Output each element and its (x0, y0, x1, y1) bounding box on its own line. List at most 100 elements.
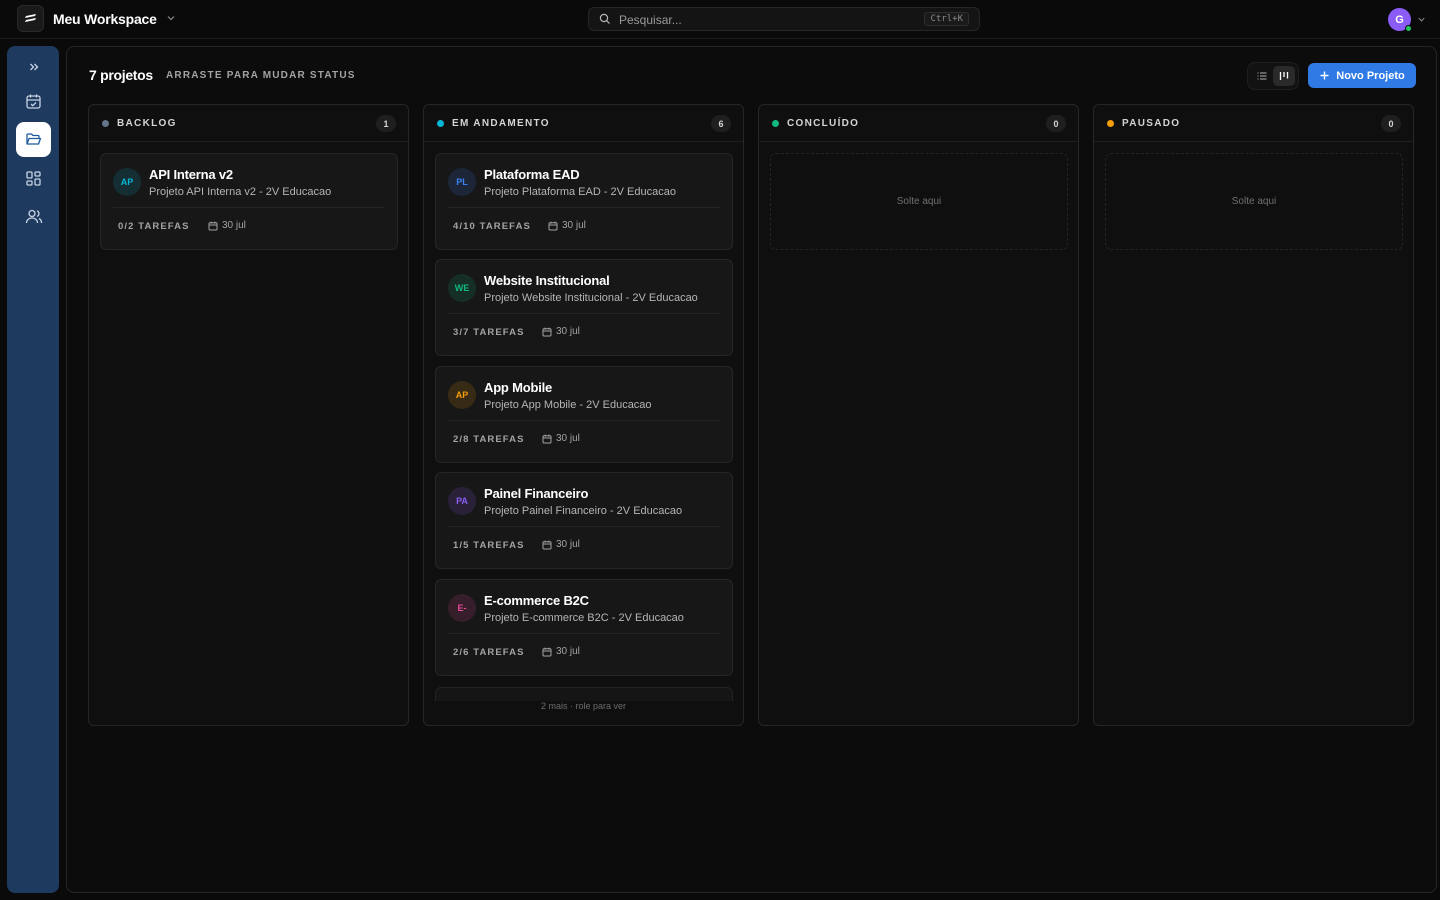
card-divider (448, 313, 720, 314)
view-toggle (1247, 62, 1299, 90)
due-date: 30 jul (542, 646, 580, 657)
due-date: 30 jul (542, 433, 580, 444)
project-avatar: PA (448, 487, 476, 515)
due-date-text: 30 jul (556, 433, 580, 444)
column-count-badge: 1 (376, 115, 396, 132)
project-title: E-commerce B2C (484, 593, 589, 608)
task-count: 1/5 TAREFAS (453, 540, 525, 551)
task-count: 4/10 TAREFAS (453, 221, 531, 232)
project-card[interactable]: AP App Mobile Projeto App Mobile - 2V Ed… (435, 366, 733, 463)
column-header: PAUSADO 0 (1094, 105, 1413, 142)
online-status-dot (1405, 25, 1412, 32)
project-description: Projeto Plataforma EAD - 2V Educacao (484, 186, 676, 198)
search-shortcut: Ctrl+K (924, 12, 969, 26)
column-header: EM ANDAMENTO 6 (424, 105, 743, 142)
project-description: Projeto API Interna v2 - 2V Educacao (149, 186, 332, 198)
project-avatar: AP (448, 381, 476, 409)
workspace-name[interactable]: Meu Workspace (53, 11, 157, 27)
due-date-text: 30 jul (562, 220, 586, 231)
new-project-button[interactable]: Novo Projeto (1308, 63, 1416, 88)
card-divider (448, 526, 720, 527)
column-header: CONCLUÍDO 0 (759, 105, 1078, 142)
more-cards-hint[interactable]: 2 mais · role para ver (424, 701, 743, 711)
column-title: EM ANDAMENTO (452, 118, 550, 129)
task-count: 0/2 TAREFAS (118, 221, 190, 232)
due-date: 30 jul (542, 326, 580, 337)
column-status-dot (1107, 120, 1114, 127)
project-card[interactable]: E- E-commerce B2C Projeto E-commerce B2C… (435, 579, 733, 676)
column-status-dot (102, 120, 109, 127)
workspace-logo[interactable] (17, 5, 44, 32)
column-header: BACKLOG 1 (89, 105, 408, 142)
project-title: App Mobile (484, 380, 553, 395)
calendar-icon (542, 434, 552, 443)
grid-icon (26, 171, 41, 186)
sidebar-item-team[interactable] (16, 199, 51, 234)
calendar-icon (542, 647, 552, 656)
users-icon (25, 209, 42, 224)
drop-zone[interactable]: Solte aqui (1105, 153, 1403, 250)
main-panel: 7 projetos ARRASTE PARA MUDAR STATUS Nov… (66, 46, 1437, 893)
card-divider (448, 633, 720, 634)
due-date: 30 jul (542, 539, 580, 550)
project-title: API Interna v2 (149, 167, 233, 182)
due-date-text: 30 jul (556, 646, 580, 657)
search-icon (599, 13, 610, 24)
column-count-badge: 0 (1046, 115, 1066, 132)
calendar-icon (542, 327, 552, 336)
search-placeholder: Pesquisar... (619, 13, 682, 27)
due-date-text: 30 jul (556, 326, 580, 337)
new-project-label: Novo Projeto (1336, 69, 1405, 82)
column-title: BACKLOG (117, 118, 177, 129)
kanban-column-in-progress[interactable]: EM ANDAMENTO 6 PL Plataforma EAD Projeto… (423, 104, 744, 726)
project-description: Projeto App Mobile - 2V Educacao (484, 399, 652, 411)
project-card[interactable]: WE Website Institucional Projeto Website… (435, 259, 733, 356)
project-title: Painel Financeiro (484, 486, 589, 501)
sidebar-item-dashboard[interactable] (16, 161, 51, 196)
project-card[interactable]: PL Plataforma EAD Projeto Plataforma EAD… (435, 153, 733, 250)
project-avatar: PL (448, 168, 476, 196)
drop-zone[interactable]: Solte aqui (770, 153, 1068, 250)
chevrons-right-icon (29, 63, 38, 70)
sidebar-item-projects[interactable] (16, 122, 51, 157)
calendar-icon (542, 540, 552, 549)
folder-open-icon (26, 133, 42, 145)
list-icon (1257, 72, 1267, 80)
chevron-down-icon[interactable] (1417, 15, 1426, 24)
task-count: 2/8 TAREFAS (453, 434, 525, 445)
due-date-text: 30 jul (222, 220, 246, 231)
project-avatar: E- (448, 594, 476, 622)
column-status-dot (772, 120, 779, 127)
kanban-column-done[interactable]: CONCLUÍDO 0 Solte aqui (758, 104, 1079, 726)
card-divider (448, 420, 720, 421)
task-count: 2/6 TAREFAS (453, 647, 525, 658)
calendar-icon (548, 221, 558, 230)
column-count-badge: 6 (711, 115, 731, 132)
sidebar-item-tasks[interactable] (16, 84, 51, 119)
project-card[interactable]: PA Painel Financeiro Projeto Painel Fina… (435, 472, 733, 569)
column-status-dot (437, 120, 444, 127)
project-count: 7 projetos (89, 67, 153, 83)
project-description: Projeto E-commerce B2C - 2V Educacao (484, 612, 684, 624)
plus-icon (1320, 71, 1329, 80)
list-view-button[interactable] (1251, 66, 1273, 86)
search-input[interactable]: Pesquisar... Ctrl+K (588, 7, 980, 31)
due-date: 30 jul (548, 220, 586, 231)
project-description: Projeto Painel Financeiro - 2V Educacao (484, 505, 683, 517)
column-title: CONCLUÍDO (787, 118, 860, 129)
project-description: Projeto Website Institucional - 2V Educa… (484, 292, 698, 304)
kanban-column-backlog[interactable]: BACKLOG 1 AP API Interna v2 Projeto API … (88, 104, 409, 726)
card-divider (113, 207, 385, 208)
logo-icon (24, 13, 36, 22)
kanban-column-paused[interactable]: PAUSADO 0 Solte aqui (1093, 104, 1414, 726)
due-date-text: 30 jul (556, 539, 580, 550)
kanban-view-button[interactable] (1273, 66, 1295, 86)
project-card[interactable]: AP API Interna v2 Projeto API Interna v2… (100, 153, 398, 250)
column-count-badge: 0 (1381, 115, 1401, 132)
kanban-icon (1279, 72, 1289, 80)
due-date: 30 jul (208, 220, 246, 231)
top-bar: Meu Workspace Pesquisar... Ctrl+K G (0, 0, 1440, 39)
chevron-down-icon[interactable] (166, 13, 176, 23)
sidebar-expand-button[interactable] (16, 49, 51, 84)
sidebar (7, 46, 59, 893)
